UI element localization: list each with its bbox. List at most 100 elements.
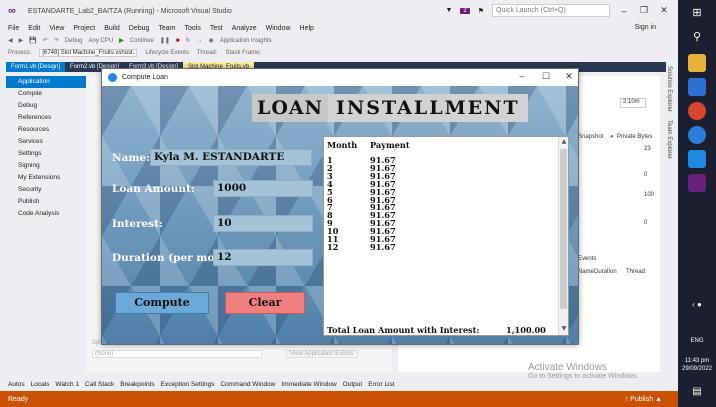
- menu-file[interactable]: File: [8, 25, 19, 32]
- feedback-icon[interactable]: ⚑: [478, 7, 484, 15]
- sign-in-link[interactable]: Sign in: [635, 24, 656, 31]
- loan-close-button[interactable]: ✕: [563, 71, 575, 82]
- language-indicator[interactable]: ENG: [680, 338, 714, 344]
- menu-help[interactable]: Help: [300, 25, 314, 32]
- notification-badge[interactable]: 2: [460, 7, 470, 14]
- continue-button[interactable]: Continue: [130, 38, 154, 44]
- menu-window[interactable]: Window: [266, 25, 291, 32]
- banner-word-loan: LOAN: [257, 97, 324, 119]
- menu-project[interactable]: Project: [73, 25, 95, 32]
- platform-dropdown[interactable]: Any CPU: [88, 38, 113, 44]
- process-dropdown[interactable]: [6748] Slot Machine_Fruits.vshost.: [39, 49, 138, 57]
- nav-settings[interactable]: Settings: [6, 148, 86, 160]
- menu-test[interactable]: Test: [210, 25, 223, 32]
- nav-security[interactable]: Security: [6, 184, 86, 196]
- pause-icon[interactable]: ❚❚: [160, 37, 170, 44]
- save-icon[interactable]: 💾: [29, 37, 36, 44]
- edge-icon[interactable]: [688, 126, 706, 144]
- nav-references[interactable]: References: [6, 112, 86, 124]
- total-amount-label: Total Loan Amount with Interest:: [327, 325, 480, 335]
- tab-breakpoints[interactable]: Breakpoints: [120, 381, 154, 388]
- nav-code-analysis[interactable]: Code Analysis: [6, 208, 86, 220]
- side-tab-strip: Solution Explorer Team Explorer: [666, 62, 678, 222]
- filter-icon[interactable]: ▼: [445, 7, 452, 14]
- step-icon[interactable]: →: [197, 38, 203, 44]
- publish-button[interactable]: ↑ Publish ▲: [625, 396, 662, 403]
- lifecycle-events-button[interactable]: Lifecycle Events: [145, 50, 188, 56]
- stop-icon[interactable]: ■: [176, 38, 180, 44]
- tab-solution-explorer[interactable]: Solution Explorer: [666, 62, 672, 116]
- restore-button[interactable]: ❐: [638, 5, 650, 16]
- tab-locals[interactable]: Locals: [31, 381, 50, 388]
- scroll-down-icon[interactable]: ▼: [559, 325, 569, 332]
- forward-icon[interactable]: ▶: [19, 37, 24, 44]
- insights-button[interactable]: Application Insights: [220, 38, 272, 44]
- config-dropdown[interactable]: Debug: [65, 38, 83, 44]
- nav-debug[interactable]: Debug: [6, 100, 86, 112]
- tray-icons[interactable]: ‹ ●: [680, 300, 714, 309]
- nav-services[interactable]: Services: [6, 136, 86, 148]
- tab-watch1[interactable]: Watch 1: [55, 381, 79, 388]
- visual-studio-logo-icon: ∞: [8, 5, 16, 17]
- name-field[interactable]: Kyla M. ESTANDARTE: [150, 149, 312, 166]
- clear-button[interactable]: Clear: [225, 292, 305, 314]
- tab-autos[interactable]: Autos: [8, 381, 25, 388]
- nav-resources[interactable]: Resources: [6, 124, 86, 136]
- app-icon[interactable]: [688, 150, 706, 168]
- undo-icon[interactable]: ↶: [43, 37, 48, 44]
- menu-analyze[interactable]: Analyze: [232, 25, 257, 32]
- back-icon[interactable]: ◀: [8, 37, 13, 44]
- compute-loan-window: Compute Loan – ☐ ✕ LOAN INSTALLMENT Name…: [101, 68, 579, 345]
- menu-build[interactable]: Build: [104, 25, 120, 32]
- loan-minimize-button[interactable]: –: [516, 71, 528, 81]
- search-icon[interactable]: ⚲: [688, 30, 706, 48]
- tab-output[interactable]: Output: [343, 381, 363, 388]
- windows-start-icon[interactable]: ⊞: [688, 6, 706, 24]
- tab-call-stack[interactable]: Call Stack: [85, 381, 114, 388]
- duration-field[interactable]: 12: [213, 249, 313, 266]
- notifications-icon[interactable]: ▤: [680, 386, 714, 397]
- tab-form1-design[interactable]: Form1.vb [Design]: [6, 62, 66, 72]
- nav-compile[interactable]: Compile: [6, 88, 86, 100]
- menu-edit[interactable]: Edit: [28, 25, 40, 32]
- loan-maximize-button[interactable]: ☐: [540, 71, 552, 82]
- view-application-events-button[interactable]: View Application Events: [286, 350, 358, 358]
- compute-button[interactable]: Compute: [115, 292, 209, 314]
- tab-command-window[interactable]: Command Window: [220, 381, 275, 388]
- nav-application[interactable]: Application: [6, 76, 86, 88]
- nav-signing[interactable]: Signing: [6, 160, 86, 172]
- word-icon[interactable]: [688, 78, 706, 96]
- menu-view[interactable]: View: [49, 25, 64, 32]
- restart-icon[interactable]: ↻: [186, 37, 191, 44]
- minimize-button[interactable]: –: [618, 6, 630, 16]
- tab-exception-settings[interactable]: Exception Settings: [161, 381, 215, 388]
- menu-debug[interactable]: Debug: [129, 25, 150, 32]
- interest-field[interactable]: 10: [213, 215, 313, 232]
- tab-immediate-window[interactable]: Immediate Window: [281, 381, 336, 388]
- tab-error-list[interactable]: Error List: [368, 381, 394, 388]
- file-explorer-icon[interactable]: [688, 54, 706, 72]
- diag-snapshot[interactable]: Snapshot: [578, 134, 603, 140]
- tab-team-explorer[interactable]: Team Explorer: [666, 116, 672, 163]
- quick-launch-input[interactable]: Quick Launch (Ctrl+Q): [492, 4, 610, 17]
- insights-icon[interactable]: ◉: [209, 37, 214, 44]
- visual-studio-taskbar-icon[interactable]: [688, 174, 706, 192]
- menu-team[interactable]: Team: [158, 25, 175, 32]
- diag-private-bytes: Private Bytes: [617, 134, 653, 140]
- menu-tools[interactable]: Tools: [185, 25, 201, 32]
- close-button[interactable]: ✕: [658, 5, 670, 16]
- clock-date[interactable]: 29/09/2022: [680, 366, 714, 372]
- payment-schedule-list[interactable]: Month Payment 1 91.67 2 91.67 3 91.67 4 91.67 5 9…: [323, 136, 569, 336]
- loan-installment-banner: LOAN INSTALLMENT: [252, 94, 528, 122]
- clock-time[interactable]: 11:43 pm: [680, 358, 714, 364]
- continue-icon[interactable]: ▶: [119, 37, 124, 44]
- chrome-icon[interactable]: [688, 102, 706, 120]
- scroll-up-icon[interactable]: ▲: [559, 138, 569, 145]
- redo-icon[interactable]: ↷: [54, 37, 59, 44]
- scroll-thumb[interactable]: [560, 149, 567, 309]
- loan-amount-field[interactable]: 1000: [213, 180, 313, 197]
- nav-my-extensions[interactable]: My Extensions: [6, 172, 86, 184]
- nav-publish[interactable]: Publish: [6, 196, 86, 208]
- schedule-scrollbar[interactable]: ▲ ▼: [558, 137, 568, 335]
- splash-screen-dropdown[interactable]: (None): [92, 350, 262, 358]
